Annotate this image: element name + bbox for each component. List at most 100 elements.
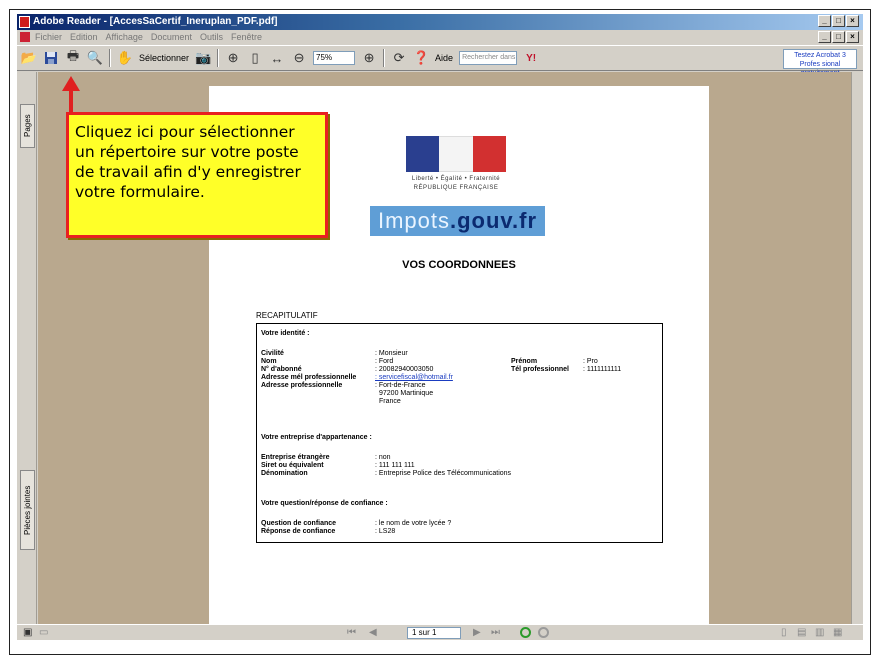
minimize-button[interactable]: _: [818, 15, 831, 27]
adresse-label: Adresse professionnelle: [261, 382, 343, 389]
navigation-pane: Pages Pièces jointes: [17, 72, 37, 624]
question-label: Question de confiance: [261, 520, 337, 527]
continuous-icon[interactable]: ▤: [797, 627, 806, 639]
menu-view[interactable]: Affichage: [106, 30, 143, 44]
mail-label: Adresse mél professionnelle: [261, 374, 357, 381]
next-page-icon[interactable]: ▶: [473, 627, 481, 639]
menu-tools[interactable]: Outils: [200, 30, 223, 44]
section-identity: Votre identité :: [261, 330, 310, 337]
instruction-callout: Cliquez ici pour sélectionner un réperto…: [66, 112, 328, 238]
vertical-scrollbar[interactable]: [851, 72, 863, 624]
yahoo-search-icon[interactable]: Y!: [523, 50, 539, 66]
adresse-line2: 97200 Martinique: [379, 390, 434, 397]
continuous-facing-icon[interactable]: ▦: [833, 627, 842, 639]
tel-value: : 1111111111: [583, 366, 622, 373]
previous-view-icon[interactable]: [520, 627, 531, 638]
open-folder-icon[interactable]: 📂: [21, 50, 37, 66]
document-controls: _ □ ×: [818, 31, 859, 43]
section-trust: Votre question/réponse de confiance :: [261, 500, 388, 507]
title-bar: Adobe Reader - [AccesSaCertif_Ineruplan_…: [17, 14, 863, 30]
adresse-line3: France: [379, 398, 401, 405]
nom-label: Nom: [261, 358, 277, 365]
impots-logo-part1: Impots: [377, 208, 450, 233]
denomination-label: Dénomination: [261, 470, 308, 477]
menu-window[interactable]: Fenêtre: [231, 30, 262, 44]
etrangere-label: Entreprise étrangère: [261, 454, 330, 461]
logo-republic: RÉPUBLIQUE FRANÇAISE: [413, 185, 499, 191]
recap-heading: RECAPITULATIF: [256, 311, 318, 320]
impots-gouv-logo: Impots .gouv.fr: [370, 206, 545, 236]
rotate-icon[interactable]: ⟳: [391, 50, 407, 66]
logo-motto: Liberté • Égalité • Fraternité: [411, 176, 501, 182]
impots-logo-part2: .gouv.fr: [450, 208, 538, 233]
adobe-reader-icon: [19, 16, 30, 28]
menu-edit[interactable]: Edition: [70, 30, 98, 44]
acrobat-promo-link[interactable]: Testez Acrobat 3 Profes sional gratuitem…: [783, 49, 857, 77]
marianne-logo: [406, 136, 506, 172]
menu-bar: Fichier Edition Affichage Document Outil…: [17, 30, 863, 44]
fit-width-icon[interactable]: ↔: [269, 50, 285, 66]
fit-page-icon[interactable]: ▯: [247, 50, 263, 66]
prenom-value: : Pro: [583, 358, 598, 365]
print-icon[interactable]: 🖶: [65, 48, 81, 66]
hand-tool-icon[interactable]: ✋: [117, 50, 133, 66]
red-arrow-head: [62, 76, 80, 91]
zoom-plus-icon[interactable]: ⊕: [361, 50, 377, 66]
snapshot-icon[interactable]: 📷: [195, 50, 211, 66]
abonne-label: N° d'abonné: [261, 366, 302, 373]
zoom-out-icon[interactable]: ⊖: [291, 50, 307, 66]
recap-box: Votre identité : Civilité : Monsieur Nom…: [256, 323, 663, 543]
etrangere-value: : non: [375, 454, 391, 461]
page-title: VOS COORDONNEES: [402, 259, 516, 271]
siret-value: : 111 111 111: [375, 462, 415, 469]
close-button[interactable]: ×: [846, 15, 859, 27]
facing-icon[interactable]: ▥: [815, 627, 824, 639]
last-page-icon[interactable]: ⏭: [491, 627, 500, 639]
zoom-in-icon[interactable]: ⊕: [225, 50, 241, 66]
mail-value[interactable]: : servicefiscal@hotmail.fr: [375, 374, 453, 382]
reponse-value: : LS28: [375, 528, 396, 535]
question-value: : le nom de votre lycée ?: [375, 520, 452, 527]
search-input[interactable]: Rechercher dans: [459, 51, 518, 65]
civilite-value: : Monsieur: [375, 350, 408, 357]
help-icon[interactable]: ❓: [413, 50, 429, 66]
pages-tab[interactable]: Pages: [20, 104, 35, 148]
siret-label: Siret ou équivalent: [261, 462, 324, 469]
prenom-label: Prénom: [511, 358, 538, 365]
doc-restore-button[interactable]: □: [832, 31, 845, 43]
section-company: Votre entreprise d'appartenance :: [261, 434, 372, 441]
menu-file[interactable]: Fichier: [35, 30, 62, 44]
toolbar: 📂 🖶 🔍 ✋ Sélectionner 📷 ⊕ ▯ ↔ ⊖ 75% ⊕ ⟳ ❓…: [17, 45, 863, 77]
reader-window: Adobe Reader - [AccesSaCertif_Ineruplan_…: [17, 14, 863, 640]
toolbar-separator: [383, 49, 386, 67]
menu-document[interactable]: Document: [151, 30, 192, 44]
doc-close-button[interactable]: ×: [846, 31, 859, 43]
civilite-label: Civilité: [261, 350, 284, 357]
single-page-icon[interactable]: ▯: [781, 627, 787, 639]
toolbar-separator: [109, 49, 111, 67]
find-icon[interactable]: 🔍: [87, 50, 103, 66]
doc-minimize-button[interactable]: _: [818, 31, 831, 43]
window-controls: _ □ ×: [818, 15, 859, 27]
toolbar-separator: [217, 49, 220, 67]
next-view-icon[interactable]: [538, 627, 549, 638]
reponse-label: Réponse de confiance: [261, 528, 336, 535]
status-bar: ▣ ▭ ⏮ ◀ 1 sur 1 ▶ ⏭ ▯ ▤ ▥ ▦: [17, 624, 863, 640]
window-title: Adobe Reader - [AccesSaCertif_Ineruplan_…: [33, 16, 278, 27]
page-size-icon[interactable]: ▭: [39, 627, 48, 639]
document-icon: [20, 32, 30, 42]
attachments-tab[interactable]: Pièces jointes: [20, 470, 35, 550]
first-page-icon[interactable]: ⏮: [347, 627, 356, 639]
select-tool-button[interactable]: Sélectionner: [139, 53, 189, 63]
denomination-value: : Entreprise Police des Télécommunicatio…: [375, 470, 512, 477]
zoom-level-input[interactable]: 75%: [313, 51, 356, 65]
abonne-value: : 20082940003050: [375, 366, 434, 373]
save-icon[interactable]: [43, 50, 59, 66]
help-button[interactable]: Aide: [435, 53, 453, 63]
adresse-line1: : Fort-de-France: [375, 382, 426, 389]
nom-value: : Ford: [375, 358, 394, 365]
previous-page-icon[interactable]: ◀: [369, 627, 377, 639]
page-number-field[interactable]: 1 sur 1: [407, 627, 461, 639]
view-mode-icon[interactable]: ▣: [23, 627, 32, 639]
maximize-button[interactable]: □: [832, 15, 845, 27]
